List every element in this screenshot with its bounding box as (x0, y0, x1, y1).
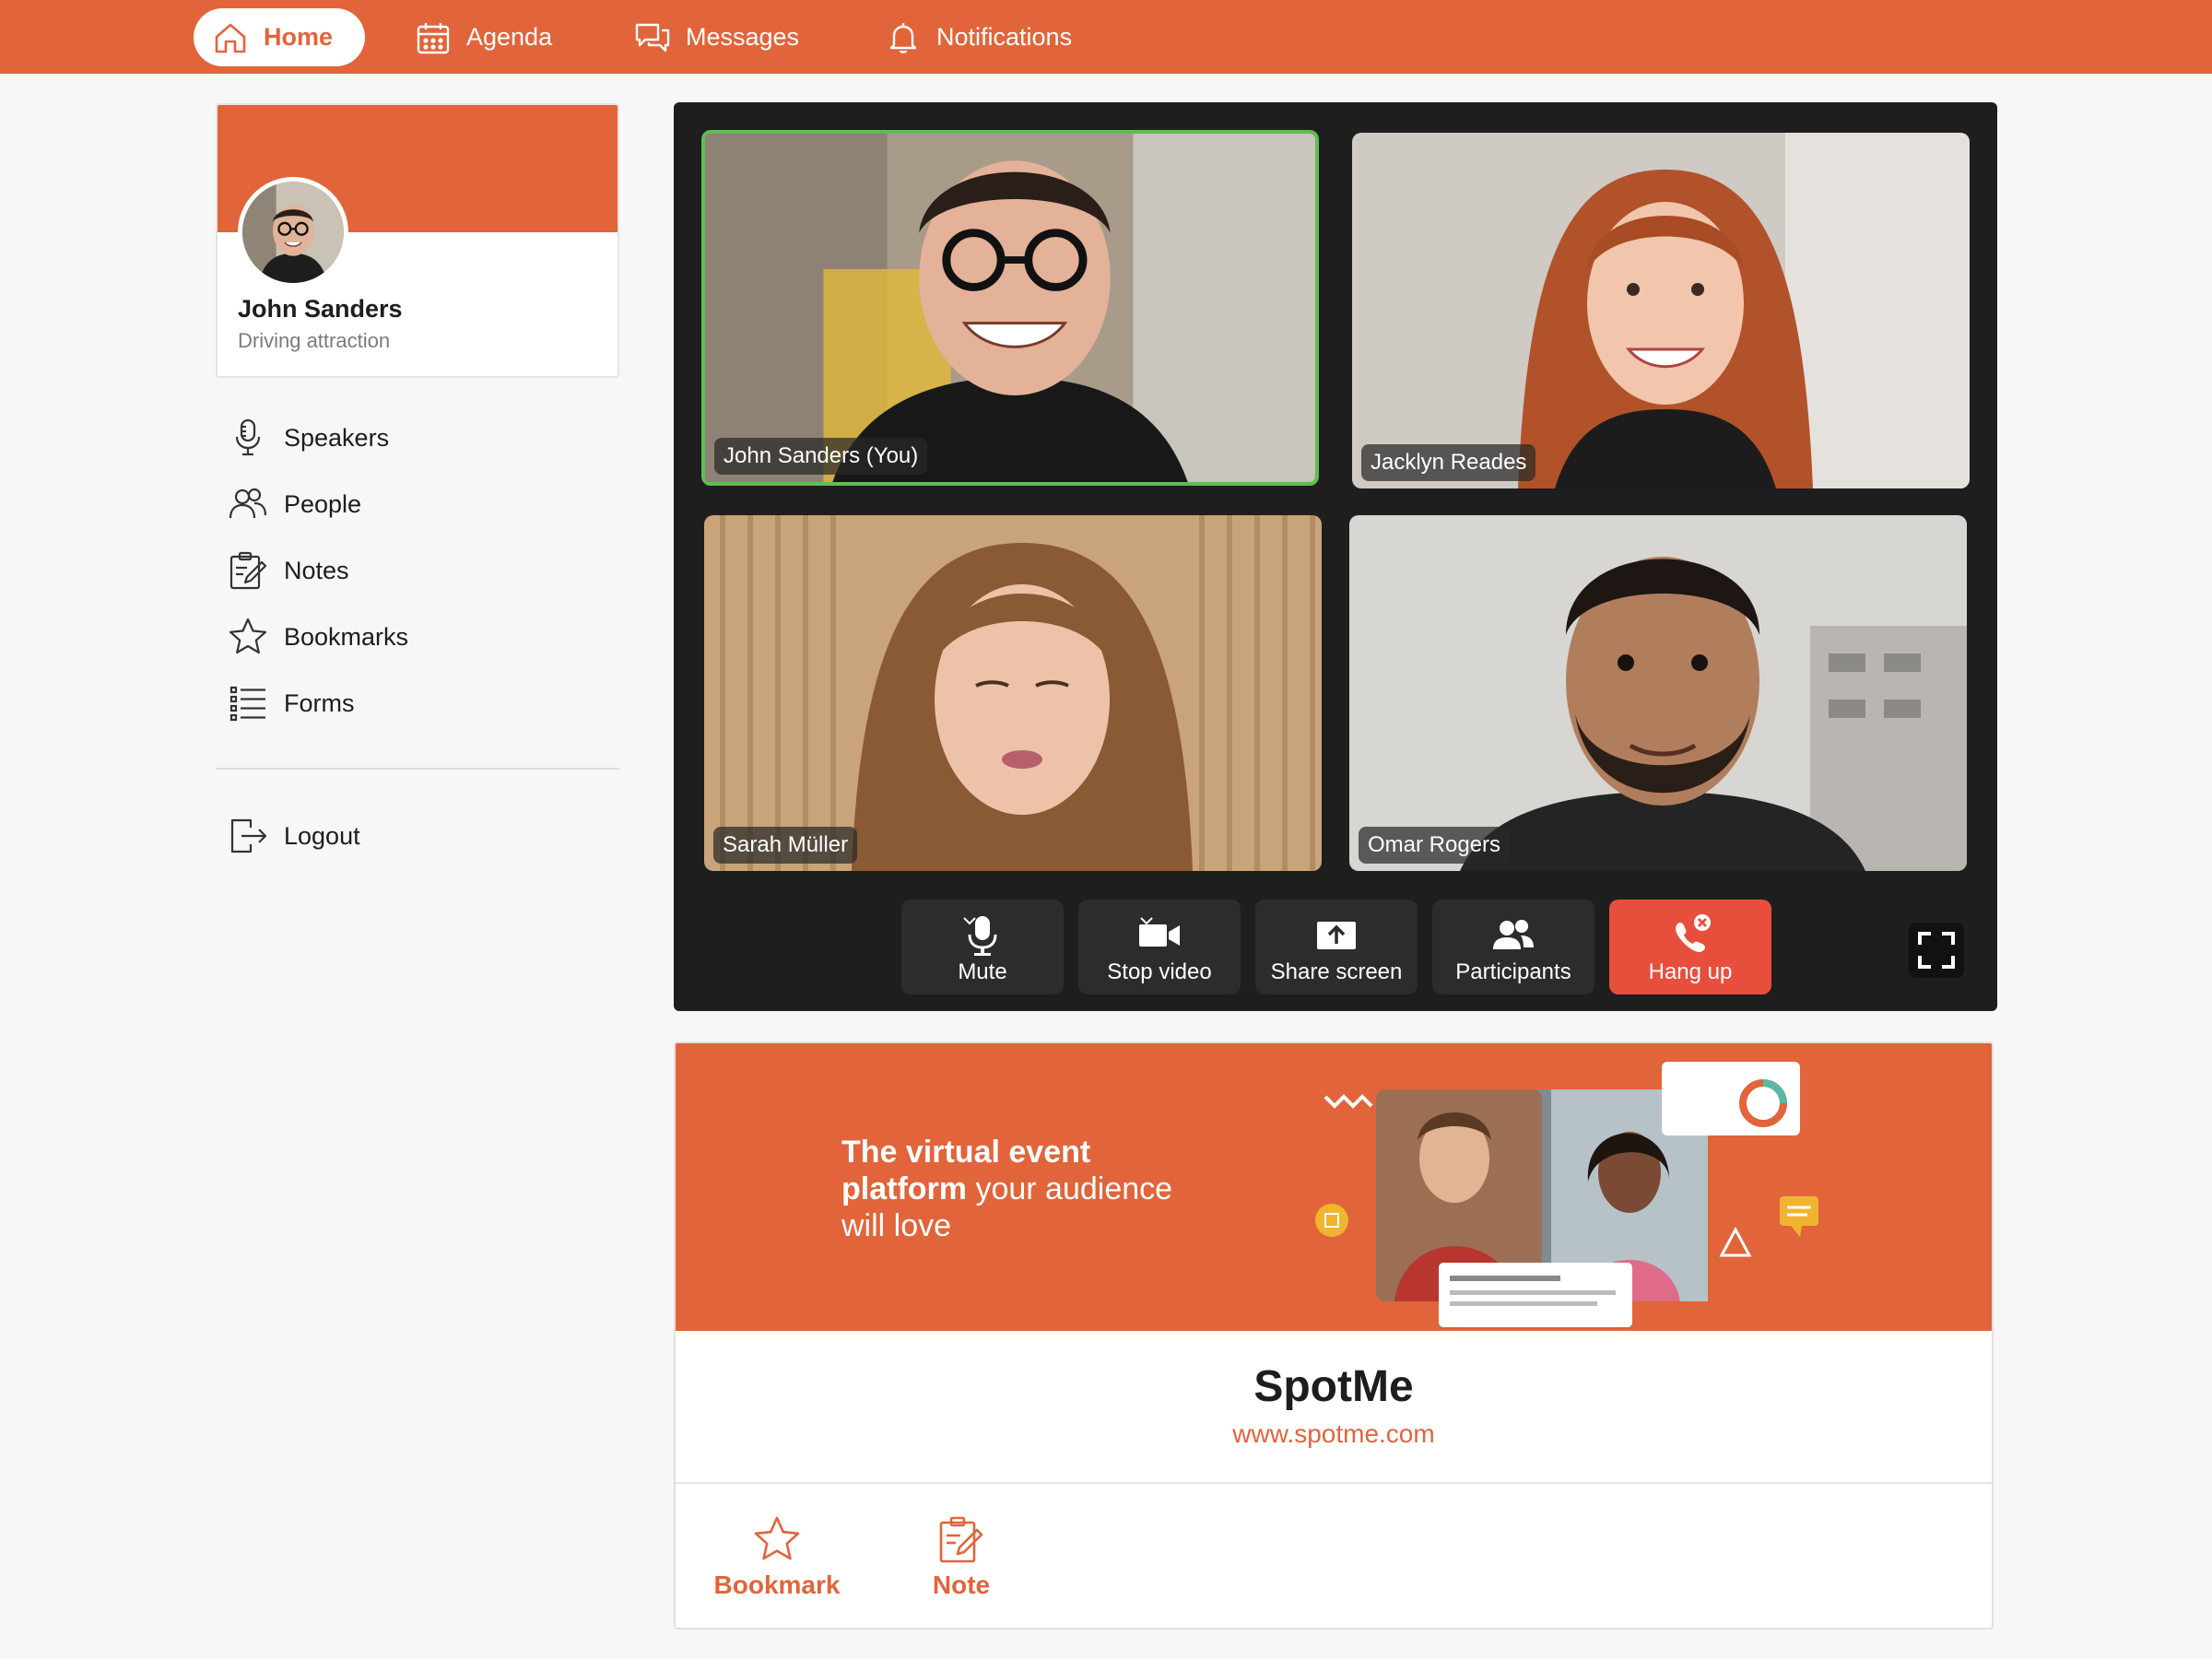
fullscreen-icon (1918, 932, 1955, 969)
participants-label: Participants (1455, 959, 1571, 984)
nav-messages-label: Messages (686, 23, 800, 51)
video-tile-jacklyn[interactable]: Jacklyn Reades (1352, 133, 1970, 488)
sidebar-item-bookmarks[interactable]: Bookmarks (227, 614, 408, 660)
sponsor-card: The virtual event platform your audience… (674, 1041, 1994, 1630)
stop-video-label: Stop video (1107, 959, 1212, 984)
nav-agenda-label: Agenda (466, 23, 553, 51)
participant-name: John Sanders (You) (714, 438, 928, 475)
tagline-bold-2: platform (841, 1171, 967, 1206)
share-screen-button[interactable]: Share screen (1255, 900, 1418, 994)
nav-notifications[interactable]: Notifications (885, 8, 1072, 66)
mute-label: Mute (958, 959, 1007, 984)
hang-up-phone-icon (1676, 914, 1711, 952)
profile-role: Driving attraction (238, 329, 391, 352)
nav-notifications-label: Notifications (936, 23, 1073, 51)
chat-bubbles-icon (635, 23, 670, 52)
calendar-icon (417, 22, 450, 53)
sponsor-banner[interactable]: The virtual event platform your audience… (676, 1043, 1992, 1331)
list-icon (229, 686, 265, 722)
people-icon (229, 488, 267, 519)
top-navigation: Home Agenda Messages Notifications (0, 0, 2212, 74)
home-icon (215, 23, 246, 53)
logout-icon (230, 818, 267, 853)
participant-video (705, 134, 1315, 482)
chevron-down-icon[interactable] (1136, 911, 1157, 931)
bookmark-label: Bookmark (713, 1571, 841, 1599)
sidebar-item-label: Forms (284, 688, 355, 717)
sidebar-divider (216, 768, 619, 770)
microphone-icon (235, 418, 261, 456)
chevron-down-icon[interactable] (959, 911, 980, 931)
nav-agenda[interactable]: Agenda (415, 8, 552, 66)
profile-name: John Sanders (238, 295, 403, 323)
participant-video (704, 515, 1322, 871)
share-screen-label: Share screen (1270, 959, 1403, 984)
sponsor-url-link[interactable]: www.spotme.com (676, 1419, 1992, 1449)
sidebar-item-label: Notes (284, 556, 349, 584)
star-icon (229, 618, 267, 654)
participant-video (1352, 133, 1970, 488)
sidebar-item-forms[interactable]: Forms (227, 680, 355, 726)
tagline-bold-1: The virtual event (841, 1135, 1091, 1170)
share-screen-icon (1317, 922, 1356, 949)
banner-tagline: The virtual event platform your audience… (841, 1134, 1275, 1244)
participant-name: Sarah Müller (713, 827, 858, 864)
video-call-panel: John Sanders (You) Jacklyn Reades Sarah … (674, 102, 1997, 1011)
nav-messages[interactable]: Messages (634, 8, 799, 66)
sidebar-item-logout[interactable]: Logout (227, 813, 360, 859)
bookmark-button[interactable]: Bookmark (712, 1513, 841, 1600)
video-tile-sarah[interactable]: Sarah Müller (704, 515, 1322, 871)
participant-video (1349, 515, 1967, 871)
participant-name: Omar Rogers (1359, 827, 1511, 864)
sidebar-item-label: Speakers (284, 423, 390, 452)
notes-icon (939, 1516, 983, 1563)
sidebar-item-speakers[interactable]: Speakers (227, 415, 389, 461)
nav-home[interactable]: Home (194, 8, 365, 66)
nav-home-label: Home (264, 23, 334, 51)
hang-up-button[interactable]: Hang up (1609, 900, 1771, 994)
avatar (238, 177, 348, 288)
star-icon (754, 1516, 800, 1560)
sponsor-divider (676, 1482, 1992, 1484)
sidebar-item-people[interactable]: People (227, 481, 361, 527)
promo-illustration (1315, 1062, 1818, 1327)
sponsor-name: SpotMe (1253, 1362, 1414, 1411)
sidebar-item-label: Logout (284, 821, 360, 850)
participant-name: Jacklyn Reades (1361, 444, 1536, 481)
stop-video-button[interactable]: Stop video (1078, 900, 1241, 994)
participants-button[interactable]: Participants (1432, 900, 1594, 994)
avatar-portrait (242, 182, 344, 283)
note-button[interactable]: Note (897, 1513, 1026, 1600)
note-label: Note (932, 1571, 991, 1599)
tagline-rest-1: your audience (967, 1171, 1173, 1206)
mute-button[interactable]: Mute (901, 900, 1064, 994)
participants-icon (1493, 920, 1534, 949)
sidebar-item-label: People (284, 489, 362, 518)
tagline-rest-2: will love (841, 1208, 952, 1243)
hang-up-label: Hang up (1648, 959, 1733, 984)
sidebar-item-notes[interactable]: Notes (227, 547, 349, 594)
profile-card[interactable]: John Sanders Driving attraction (216, 103, 619, 378)
notes-icon (229, 551, 267, 590)
sidebar-item-label: Bookmarks (284, 622, 409, 651)
fullscreen-button[interactable] (1909, 923, 1964, 978)
video-tile-omar[interactable]: Omar Rogers (1349, 515, 1967, 871)
bell-icon (889, 22, 917, 53)
video-tile-john[interactable]: John Sanders (You) (701, 130, 1319, 486)
